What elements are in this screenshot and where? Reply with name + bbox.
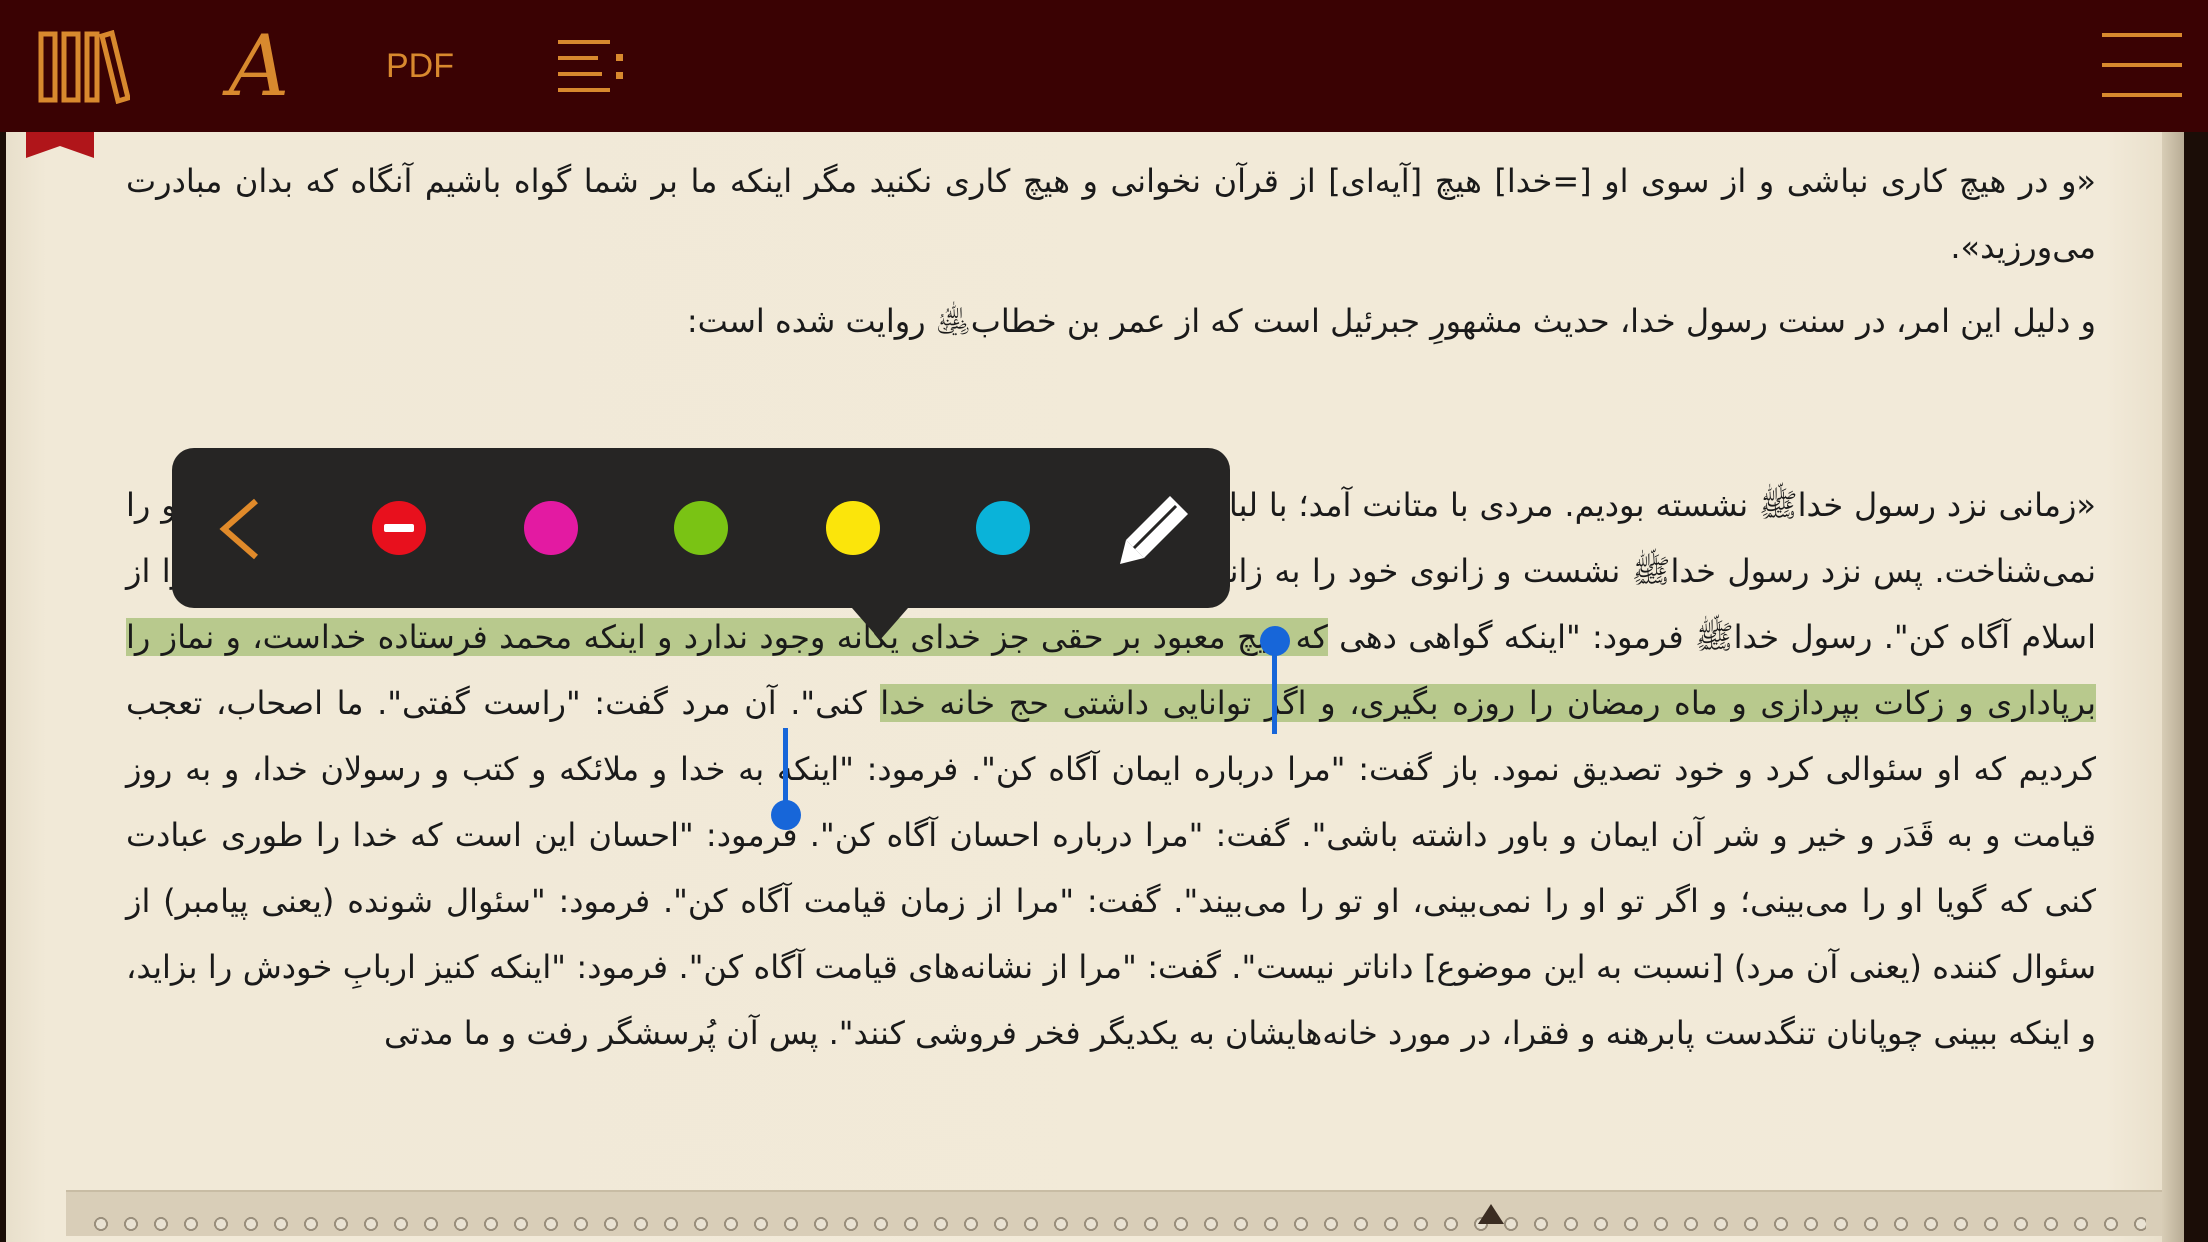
scrubber-position-marker-icon[interactable] [1478, 1204, 1504, 1224]
font-settings-icon[interactable]: A [222, 22, 296, 110]
highlight-color-popover [172, 448, 1230, 640]
reader-background: «و در هیچ کاری نباشی و از سوی او [=خدا] … [0, 132, 2208, 1242]
hadith-text-after: کنی". آن مرد گفت: "راست گفتی". ما اصحاب،… [126, 684, 2096, 1052]
scrubber-track[interactable] [86, 1216, 2146, 1232]
page-edge [2162, 132, 2184, 1242]
book-page[interactable]: «و در هیچ کاری نباشی و از سوی او [=خدا] … [6, 132, 2184, 1242]
remove-highlight-button[interactable] [372, 501, 426, 555]
library-icon[interactable] [38, 29, 131, 105]
popover-arrow [852, 608, 908, 640]
bookmark-ribbon-icon[interactable] [26, 132, 94, 158]
paragraph-evidence[interactable]: و دلیل این امر، در سنت رسول خدا، حدیث مش… [126, 288, 2096, 354]
selection-end-handle[interactable] [771, 728, 801, 832]
paragraph-quran-quote[interactable]: «و در هیچ کاری نباشی و از سوی او [=خدا] … [126, 148, 2096, 280]
pdf-button[interactable]: PDF [386, 44, 454, 88]
chevron-left-icon[interactable] [216, 498, 266, 560]
top-toolbar: A PDF [0, 0, 2208, 132]
magenta-highlight-button[interactable] [524, 501, 578, 555]
cyan-highlight-button[interactable] [976, 501, 1030, 555]
green-highlight-button[interactable] [674, 501, 728, 555]
yellow-highlight-button[interactable] [826, 501, 880, 555]
pencil-icon[interactable] [1118, 492, 1192, 566]
hamburger-menu-icon[interactable] [2102, 30, 2182, 100]
table-of-contents-icon[interactable] [558, 38, 624, 96]
page-scrubber[interactable] [66, 1190, 2162, 1236]
selection-start-handle[interactable] [1260, 626, 1290, 738]
